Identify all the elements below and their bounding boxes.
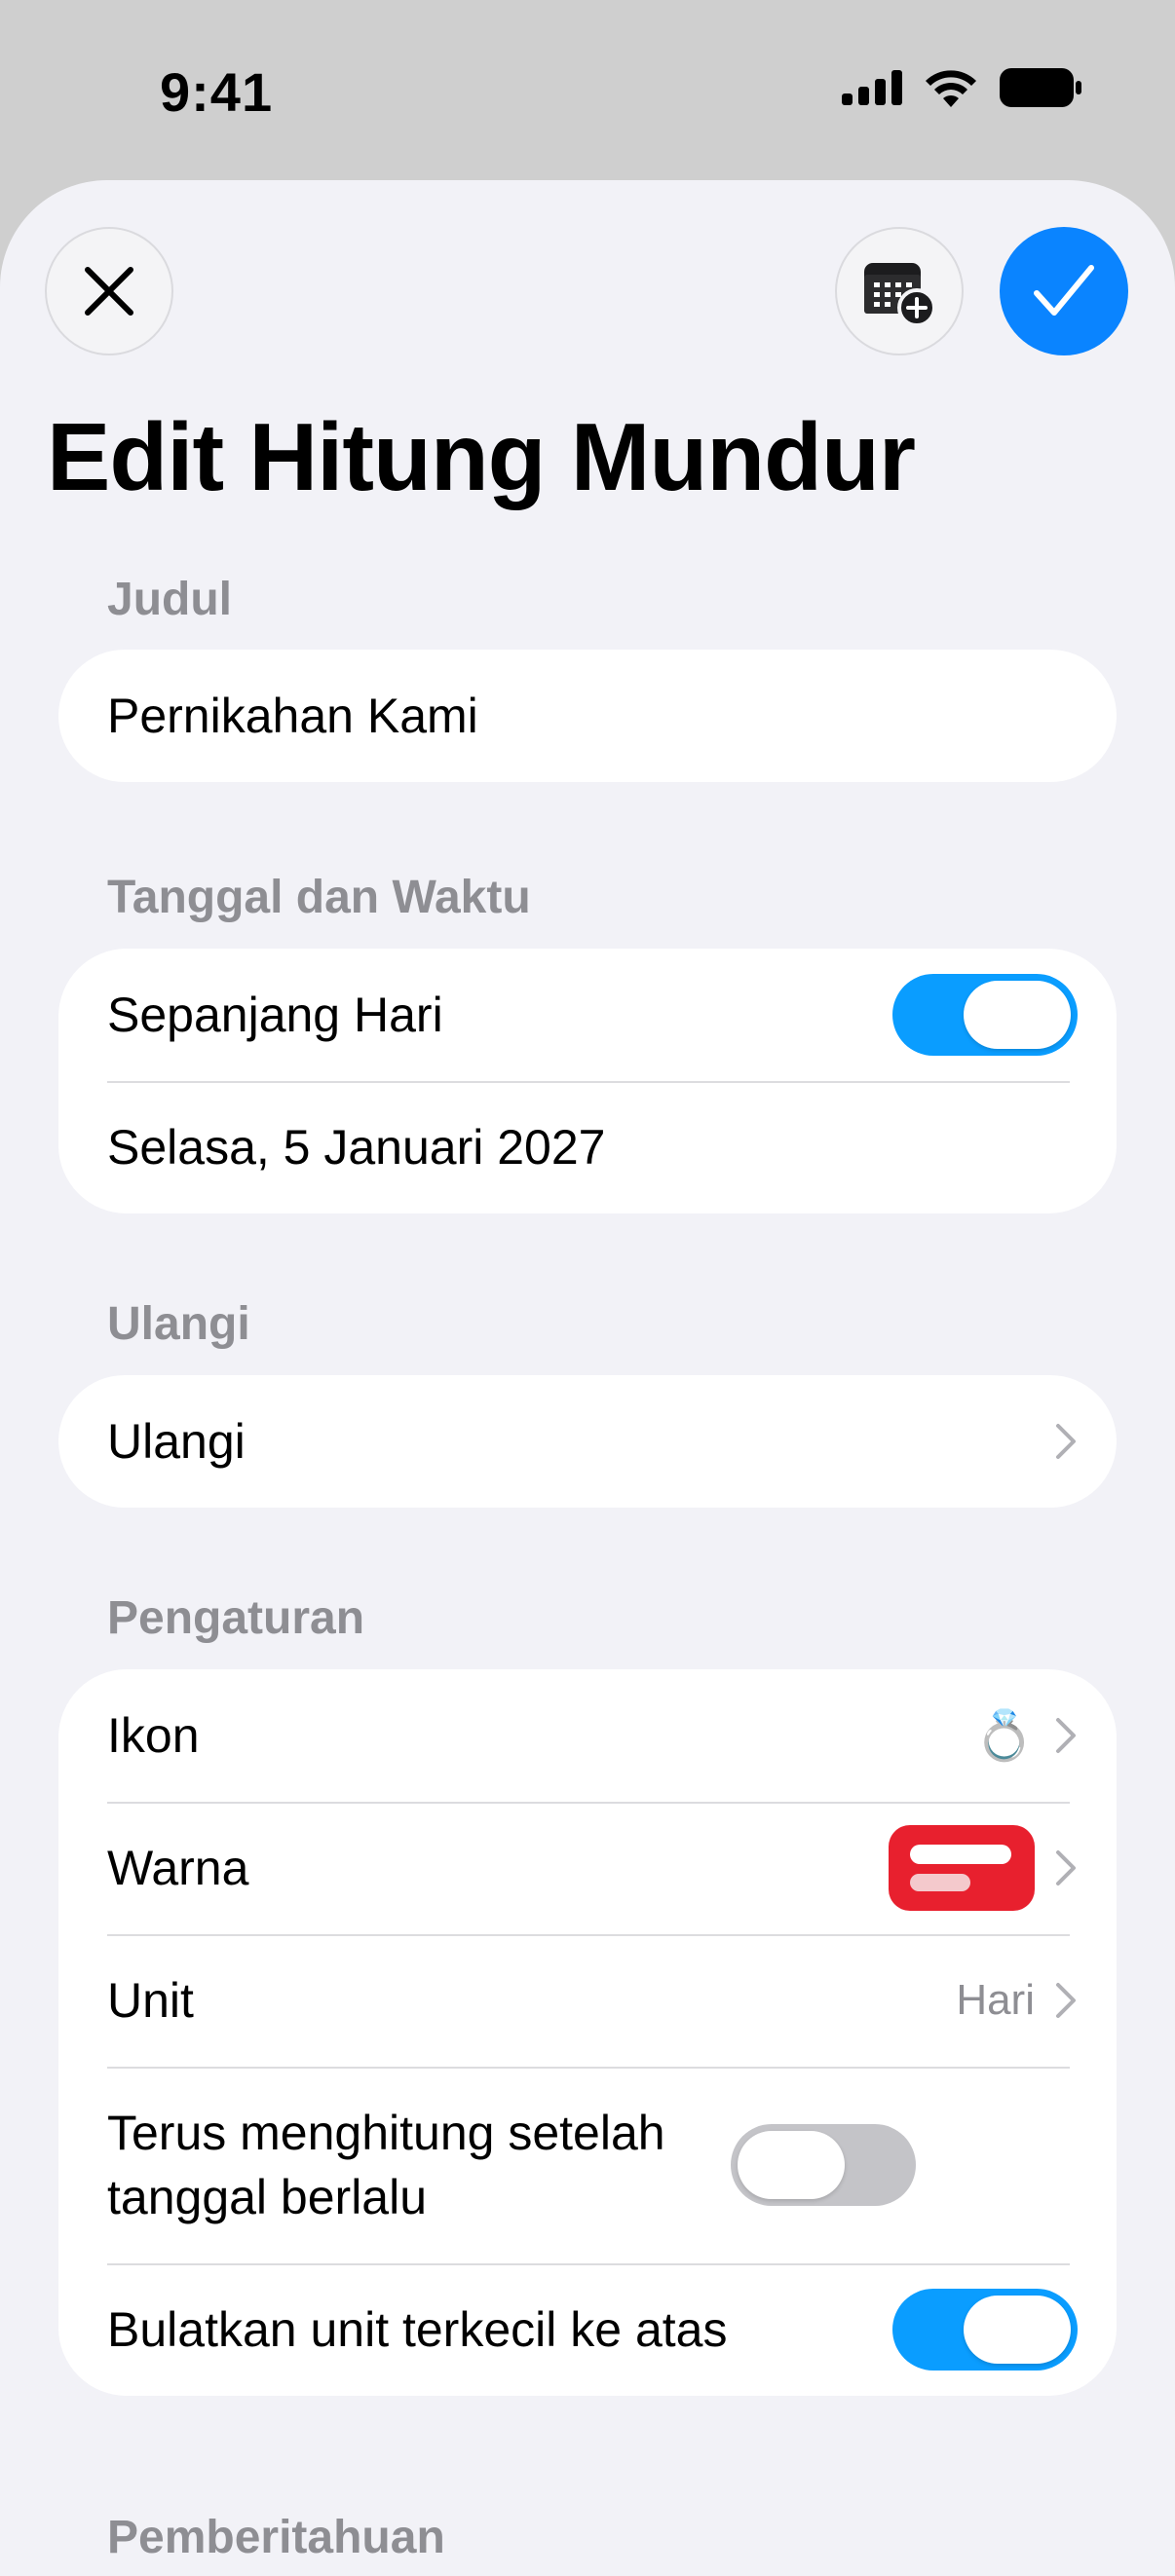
status-icons	[842, 68, 1081, 107]
color-label: Warna	[107, 1841, 249, 1895]
wifi-icon	[926, 70, 976, 107]
page-title: Edit Hitung Mundur	[47, 403, 916, 510]
chevron-right-icon	[1056, 1718, 1076, 1753]
settings-card: Ikon 💍 Warna Unit Hari Terus menghitung …	[58, 1669, 1117, 2396]
date-time-card: Sepanjang Hari Selasa, 5 Januari 2027	[58, 949, 1117, 1213]
toggle-knob	[964, 981, 1071, 1049]
section-label-settings: Pengaturan	[107, 1592, 365, 1644]
calendar-add-icon	[864, 263, 936, 327]
edit-countdown-sheet: Edit Hitung Mundur Judul Pernikahan Kami…	[0, 180, 1175, 2576]
round-up-toggle[interactable]	[892, 2289, 1078, 2371]
toggle-knob	[964, 2296, 1071, 2364]
repeat-label: Ulangi	[107, 1414, 246, 1469]
all-day-label: Sepanjang Hari	[107, 988, 443, 1042]
unit-label: Unit	[107, 1973, 194, 2028]
section-label-repeat: Ulangi	[107, 1298, 250, 1350]
chevron-right-icon	[1056, 1424, 1076, 1459]
battery-icon	[1000, 68, 1081, 107]
section-label-notifications: Pemberitahuan	[107, 2512, 445, 2563]
all-day-row: Sepanjang Hari	[58, 949, 1117, 1081]
icon-label: Ikon	[107, 1708, 200, 1763]
close-icon	[85, 267, 133, 316]
title-input-value: Pernikahan Kami	[107, 689, 478, 743]
close-button[interactable]	[45, 227, 173, 355]
round-up-row: Bulatkan unit terkecil ke atas	[58, 2263, 1117, 2396]
color-row[interactable]: Warna	[58, 1802, 1117, 1934]
date-value: Selasa, 5 Januari 2027	[107, 1120, 606, 1175]
add-to-calendar-button[interactable]	[835, 227, 964, 355]
title-card: Pernikahan Kami	[58, 650, 1117, 782]
repeat-row[interactable]: Ulangi	[58, 1375, 1117, 1508]
status-time: 9:41	[160, 61, 274, 123]
all-day-toggle[interactable]	[892, 974, 1078, 1056]
chevron-right-icon	[1056, 1850, 1076, 1885]
keep-counting-row: Terus menghitung setelah tanggal berlalu	[58, 2067, 1117, 2263]
color-swatch	[889, 1825, 1035, 1911]
section-label-date-time: Tanggal dan Waktu	[107, 872, 531, 923]
unit-row[interactable]: Unit Hari	[58, 1934, 1117, 2067]
cellular-signal-icon	[842, 70, 902, 105]
ring-icon: 💍	[973, 1707, 1035, 1763]
icon-row[interactable]: Ikon 💍	[58, 1669, 1117, 1802]
checkmark-icon	[1034, 265, 1094, 316]
confirm-button[interactable]	[1000, 227, 1128, 355]
toggle-knob	[738, 2131, 845, 2199]
section-label-judul: Judul	[107, 574, 232, 625]
repeat-card: Ulangi	[58, 1375, 1117, 1508]
unit-value: Hari	[956, 1976, 1035, 2024]
title-input[interactable]: Pernikahan Kami	[58, 650, 1117, 782]
keep-counting-toggle[interactable]	[731, 2124, 916, 2206]
keep-counting-label: Terus menghitung setelah tanggal berlalu	[107, 2106, 665, 2224]
round-up-label: Bulatkan unit terkecil ke atas	[107, 2302, 728, 2357]
chevron-right-icon	[1056, 1983, 1076, 2018]
status-bar: 9:41	[0, 0, 1175, 185]
date-row[interactable]: Selasa, 5 Januari 2027	[58, 1081, 1117, 1213]
